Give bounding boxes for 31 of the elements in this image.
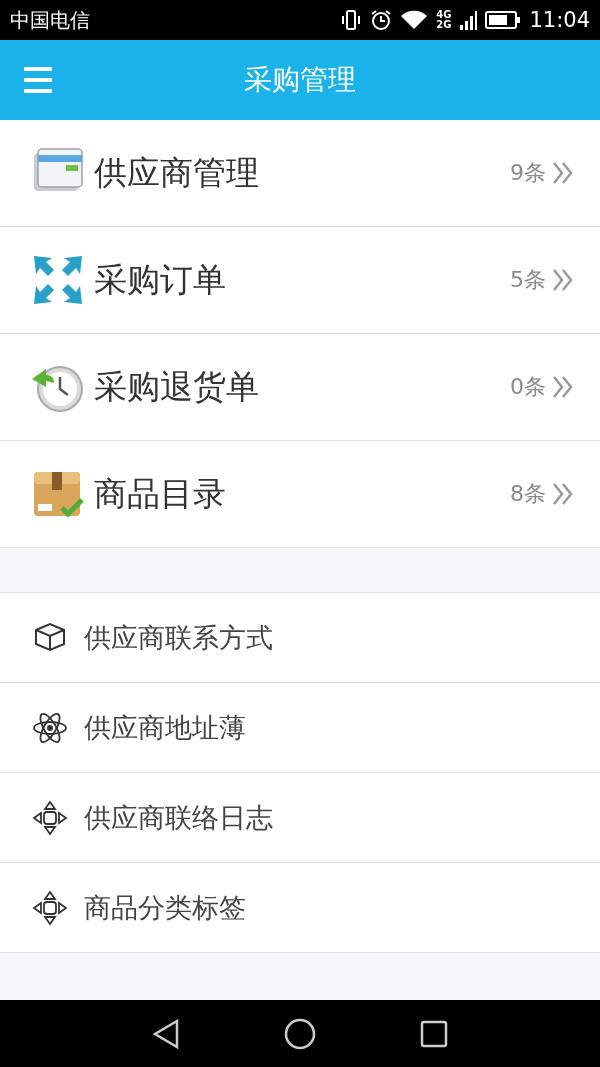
back-icon[interactable] (152, 1018, 180, 1049)
menu-item[interactable]: 采购订单 5条 (0, 227, 600, 334)
carrier-name: 中国电信 (10, 6, 90, 34)
signal-icon (459, 10, 478, 30)
menu-item[interactable]: 采购退货单 0条 (0, 334, 600, 441)
menu-item[interactable]: 供应商地址薄 (0, 683, 600, 773)
item-count: 9条 (510, 159, 546, 187)
direction-pad-icon (32, 889, 68, 926)
alarm-icon (370, 9, 393, 31)
item-count: 8条 (510, 480, 546, 508)
chevron-icon (552, 268, 574, 292)
clock-time: 11:04 (529, 8, 590, 32)
menu-item[interactable]: 供应商管理 9条 (0, 120, 600, 227)
menu-item[interactable]: 供应商联系方式 (0, 593, 600, 683)
recents-icon[interactable] (420, 1019, 448, 1048)
direction-pad-icon (32, 799, 68, 836)
wifi-icon (400, 9, 429, 31)
chevron-icon (552, 161, 574, 185)
page-title: 采购管理 (244, 62, 356, 98)
home-icon[interactable] (284, 1017, 316, 1050)
network-label: 2G (436, 20, 452, 30)
chevron-icon (552, 375, 574, 399)
menu-item[interactable]: 供应商联络日志 (0, 773, 600, 863)
network-label: 4G (436, 10, 452, 20)
item-count: 0条 (510, 373, 546, 401)
battery-icon (485, 10, 522, 30)
item-count: 5条 (510, 266, 546, 294)
menu-item[interactable]: 商品分类标签 (0, 863, 600, 953)
vibrate-icon (340, 9, 363, 31)
chevron-icon (552, 482, 574, 506)
menu-item[interactable]: 商品目录 8条 (0, 441, 600, 548)
